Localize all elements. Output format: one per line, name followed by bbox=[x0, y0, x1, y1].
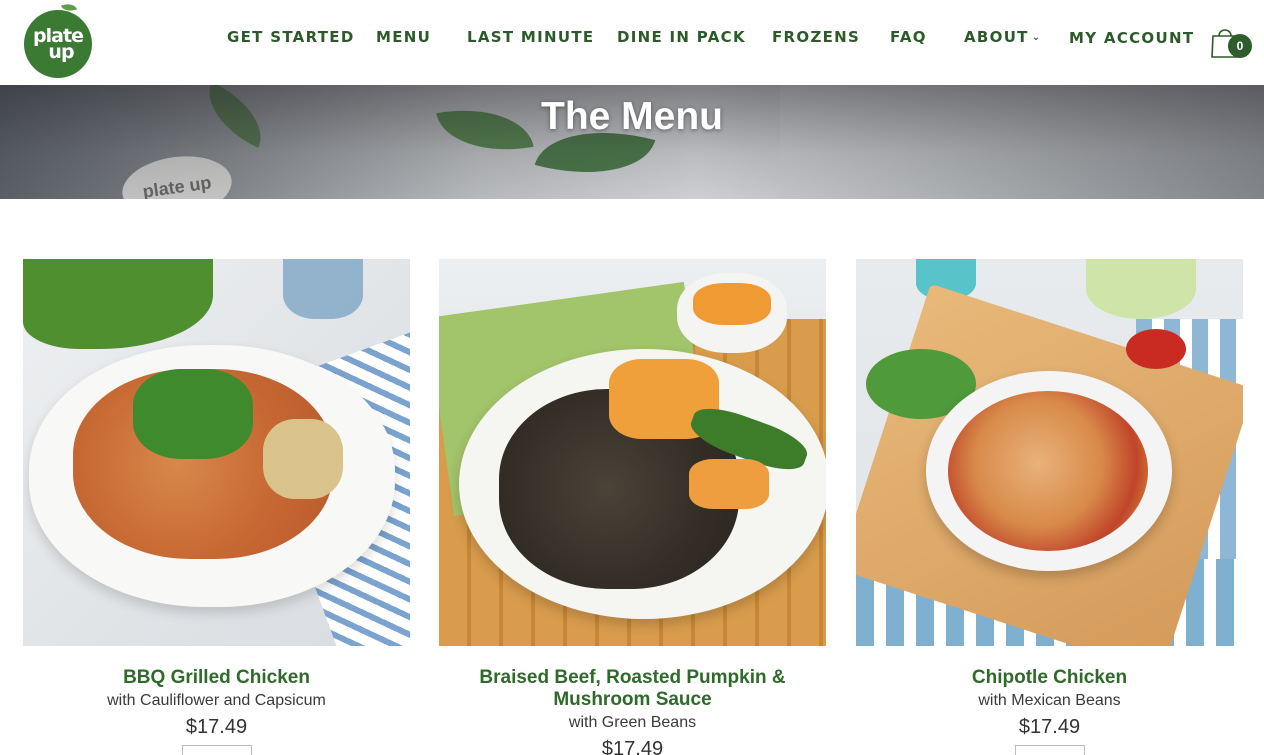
logo-leaf-icon bbox=[60, 0, 78, 15]
product-name[interactable]: BBQ Grilled Chicken bbox=[23, 667, 410, 689]
chipotle-chicken-mix bbox=[948, 391, 1148, 551]
cart-count-badge: 0 bbox=[1228, 34, 1252, 58]
nav-dine-in-pack[interactable]: DINE IN PACK bbox=[617, 28, 746, 46]
quantity-selector[interactable] bbox=[1014, 745, 1085, 755]
product-image-bbq-chicken[interactable] bbox=[23, 259, 410, 646]
product-subtitle: with Green Beans bbox=[568, 714, 697, 731]
product-card[interactable]: Chipotle Chicken with Mexican Beans $17.… bbox=[856, 259, 1243, 755]
product-card[interactable]: BBQ Grilled Chicken with Cauliflower and… bbox=[23, 259, 410, 755]
product-price: $17.49 bbox=[1018, 716, 1081, 738]
main-nav: GET STARTED MENU LAST MINUTE DINE IN PAC… bbox=[0, 28, 1264, 52]
nav-my-account[interactable]: MY ACCOUNT bbox=[1069, 29, 1194, 47]
avocado-slices bbox=[1086, 259, 1196, 319]
product-subtitle: with Mexican Beans bbox=[978, 692, 1121, 709]
product-name[interactable]: Braised Beef, Roasted Pumpkin & Mushroom… bbox=[439, 667, 826, 711]
nav-menu[interactable]: MENU bbox=[376, 28, 431, 46]
nav-last-minute[interactable]: LAST MINUTE bbox=[467, 28, 594, 46]
nav-faq[interactable]: FAQ bbox=[890, 28, 927, 46]
product-card[interactable]: Braised Beef, Roasted Pumpkin & Mushroom… bbox=[439, 259, 826, 755]
nav-about-label: ABOUT bbox=[964, 28, 1029, 46]
nav-frozens[interactable]: FROZENS bbox=[772, 28, 860, 46]
kale-garnish bbox=[23, 259, 213, 349]
nav-get-started[interactable]: GET STARTED bbox=[227, 28, 355, 46]
roasted-pumpkin bbox=[689, 459, 769, 509]
page-title: The Menu bbox=[541, 95, 723, 138]
product-subtitle: with Cauliflower and Capsicum bbox=[107, 692, 326, 709]
product-image-braised-beef[interactable] bbox=[439, 259, 826, 646]
cauliflower bbox=[263, 419, 343, 499]
product-price: $17.49 bbox=[185, 716, 248, 738]
quantity-selector[interactable] bbox=[181, 745, 252, 755]
herb-sauce bbox=[133, 369, 253, 459]
cart-button[interactable]: 0 bbox=[1210, 24, 1254, 64]
hero-banner: plate up The Menu bbox=[0, 85, 1264, 199]
diced-pumpkin bbox=[693, 283, 771, 325]
product-name[interactable]: Chipotle Chicken bbox=[856, 667, 1243, 689]
site-header: plate up GET STARTED MENU LAST MINUTE DI… bbox=[0, 0, 1264, 85]
product-image-chipotle-chicken[interactable] bbox=[856, 259, 1243, 646]
product-price: $17.49 bbox=[601, 738, 664, 755]
red-capsicum bbox=[1126, 329, 1186, 369]
water-glass bbox=[283, 259, 363, 319]
chevron-down-icon: ⌄ bbox=[1031, 32, 1042, 43]
nav-about[interactable]: ABOUT ⌄ bbox=[964, 28, 1041, 46]
